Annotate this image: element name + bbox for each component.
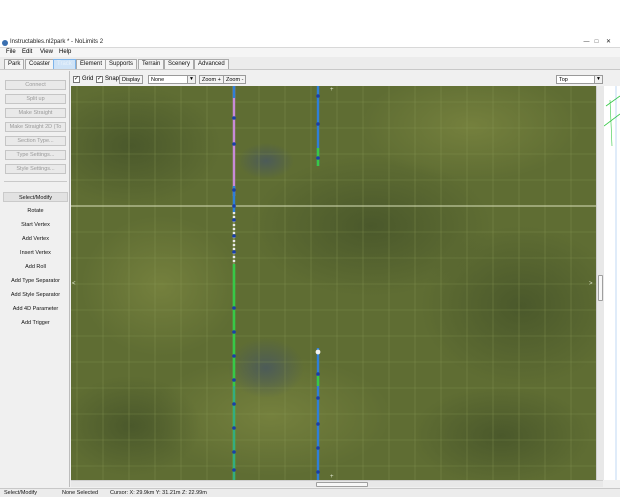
track-vertex[interactable] — [316, 446, 320, 450]
track-vertex[interactable] — [232, 468, 236, 472]
vertical-scroll-thumb[interactable] — [598, 275, 603, 301]
status-mode: Select/Modify — [4, 490, 38, 496]
status-cursor: Cursor: X: 29.9km Y: 31.21m Z: 22.99m — [110, 490, 207, 496]
application-window: Instructables.nl2park * - NoLimits 2 — □… — [0, 38, 620, 497]
dropdown-arrow-icon: ▼ — [187, 76, 195, 83]
view-toolbar: ✓ Grid ✓ Snap Display None ▼ Zoom + Zoom… — [71, 74, 605, 85]
track-vertex[interactable] — [232, 142, 236, 146]
water-patch — [238, 143, 294, 179]
track-vertex[interactable] — [232, 402, 236, 406]
track-vertex[interactable] — [232, 188, 236, 192]
menu-bar: File Edit View Help — [0, 48, 620, 57]
display-select-value: None — [151, 77, 165, 83]
track-vertex[interactable] — [232, 330, 236, 334]
view-select-value: Top — [559, 77, 568, 83]
type-settings-button[interactable]: Type Settings... — [5, 150, 66, 160]
edge-marker-right: > — [589, 281, 593, 287]
editor-viewport[interactable]: + + < > — [71, 86, 603, 480]
split-up-button[interactable]: Split up — [5, 94, 66, 104]
make-straight-button[interactable]: Make Straight — [5, 108, 66, 118]
zoom-in-button[interactable]: Zoom + — [199, 75, 224, 84]
snap-label: Snap — [105, 76, 120, 82]
menu-file[interactable]: File — [6, 49, 16, 55]
section-type-button[interactable]: Section Type... — [5, 136, 66, 146]
side-view-strip — [604, 86, 620, 480]
track-vertex-start[interactable] — [315, 349, 321, 355]
track-tools-panel: Connect Split up Make Straight Make Stra… — [0, 71, 70, 487]
menu-view[interactable]: View — [40, 49, 53, 55]
tool-insert-vertex[interactable]: Insert Vertex — [3, 248, 68, 258]
track-vertex[interactable] — [232, 116, 236, 120]
app-icon — [2, 40, 8, 46]
minimize-icon[interactable]: — — [582, 39, 591, 46]
tab-advanced[interactable]: Advanced — [194, 59, 229, 69]
separator — [4, 181, 67, 182]
tab-scenery[interactable]: Scenery — [164, 59, 195, 69]
track-vertex[interactable] — [232, 204, 236, 208]
tool-add-vertex[interactable]: Add Vertex — [3, 234, 68, 244]
grid-checkbox[interactable]: ✓ — [73, 76, 80, 83]
style-settings-button[interactable]: Style Settings... — [5, 164, 66, 174]
tool-select-modify[interactable]: Select/Modify — [3, 192, 68, 202]
tab-terrain[interactable]: Terrain — [138, 59, 165, 69]
tool-add-4d-parameter[interactable]: Add 4D Parameter — [3, 304, 68, 314]
tool-add-roll[interactable]: Add Roll — [3, 262, 68, 272]
tab-supports[interactable]: Supports — [105, 59, 138, 69]
window-title: Instructables.nl2park * - NoLimits 2 — [10, 39, 104, 45]
status-bar: Select/Modify None Selected Cursor: X: 2… — [0, 488, 620, 497]
viewport-horizontal-scrollbar[interactable] — [71, 480, 603, 487]
track-vertex[interactable] — [232, 250, 236, 254]
grid-label: Grid — [82, 76, 94, 82]
track-vertex[interactable] — [232, 234, 236, 238]
track-vertex[interactable] — [232, 378, 236, 382]
maximize-icon[interactable]: □ — [592, 39, 601, 46]
edge-marker-left: < — [72, 281, 76, 287]
side-view-lines — [604, 86, 620, 480]
track-vertex[interactable] — [232, 354, 236, 358]
track-vertex[interactable] — [232, 218, 236, 222]
dropdown-arrow-icon: ▼ — [594, 76, 602, 83]
check-icon: ✓ — [97, 76, 103, 82]
track-vertex[interactable] — [316, 372, 320, 376]
make-straight-2d-button[interactable]: Make Straight 2D (To — [5, 122, 66, 132]
tool-add-type-separator[interactable]: Add Type Separator — [3, 276, 68, 286]
track-vertex[interactable] — [232, 306, 236, 310]
track-vertex[interactable] — [316, 94, 320, 98]
menu-help[interactable]: Help — [59, 49, 71, 55]
close-icon[interactable]: ✕ — [604, 39, 613, 46]
zoom-out-button[interactable]: Zoom - — [223, 75, 247, 84]
track-vertex[interactable] — [316, 122, 320, 126]
tab-element[interactable]: Element — [76, 59, 107, 69]
track-vertex[interactable] — [316, 422, 320, 426]
snap-checkbox[interactable]: ✓ — [96, 76, 103, 83]
terrain-view[interactable]: + + < > — [71, 86, 603, 480]
status-selection: None Selected — [62, 490, 99, 496]
track-vertex[interactable] — [232, 426, 236, 430]
display-button[interactable]: Display — [119, 75, 144, 84]
track-vertex[interactable] — [232, 450, 236, 454]
tab-bar: Park Coaster Track Element Supports Terr… — [0, 57, 620, 70]
vertex-marker-top: + — [330, 87, 334, 93]
tool-add-trigger[interactable]: Add Trigger — [3, 318, 68, 328]
menu-edit[interactable]: Edit — [22, 49, 32, 55]
water-patch — [228, 338, 304, 398]
horizontal-scroll-thumb[interactable] — [316, 482, 368, 487]
title-bar: Instructables.nl2park * - NoLimits 2 — □… — [0, 38, 620, 48]
connect-button[interactable]: Connect — [5, 80, 66, 90]
display-select[interactable]: None ▼ — [148, 75, 196, 84]
track-vertex[interactable] — [316, 156, 320, 160]
check-icon: ✓ — [74, 76, 80, 82]
track-vertex[interactable] — [316, 470, 320, 474]
tool-add-style-separator[interactable]: Add Style Separator — [3, 290, 68, 300]
tool-start-vertex[interactable]: Start Vertex — [3, 220, 68, 230]
tab-park[interactable]: Park — [4, 59, 25, 69]
tool-rotate[interactable]: Rotate — [3, 206, 68, 216]
tab-coaster[interactable]: Coaster — [25, 59, 55, 69]
view-select[interactable]: Top ▼ — [556, 75, 603, 84]
viewport-vertical-scrollbar[interactable] — [596, 86, 604, 480]
tab-track[interactable]: Track — [53, 59, 76, 69]
track-vertex[interactable] — [316, 396, 320, 400]
